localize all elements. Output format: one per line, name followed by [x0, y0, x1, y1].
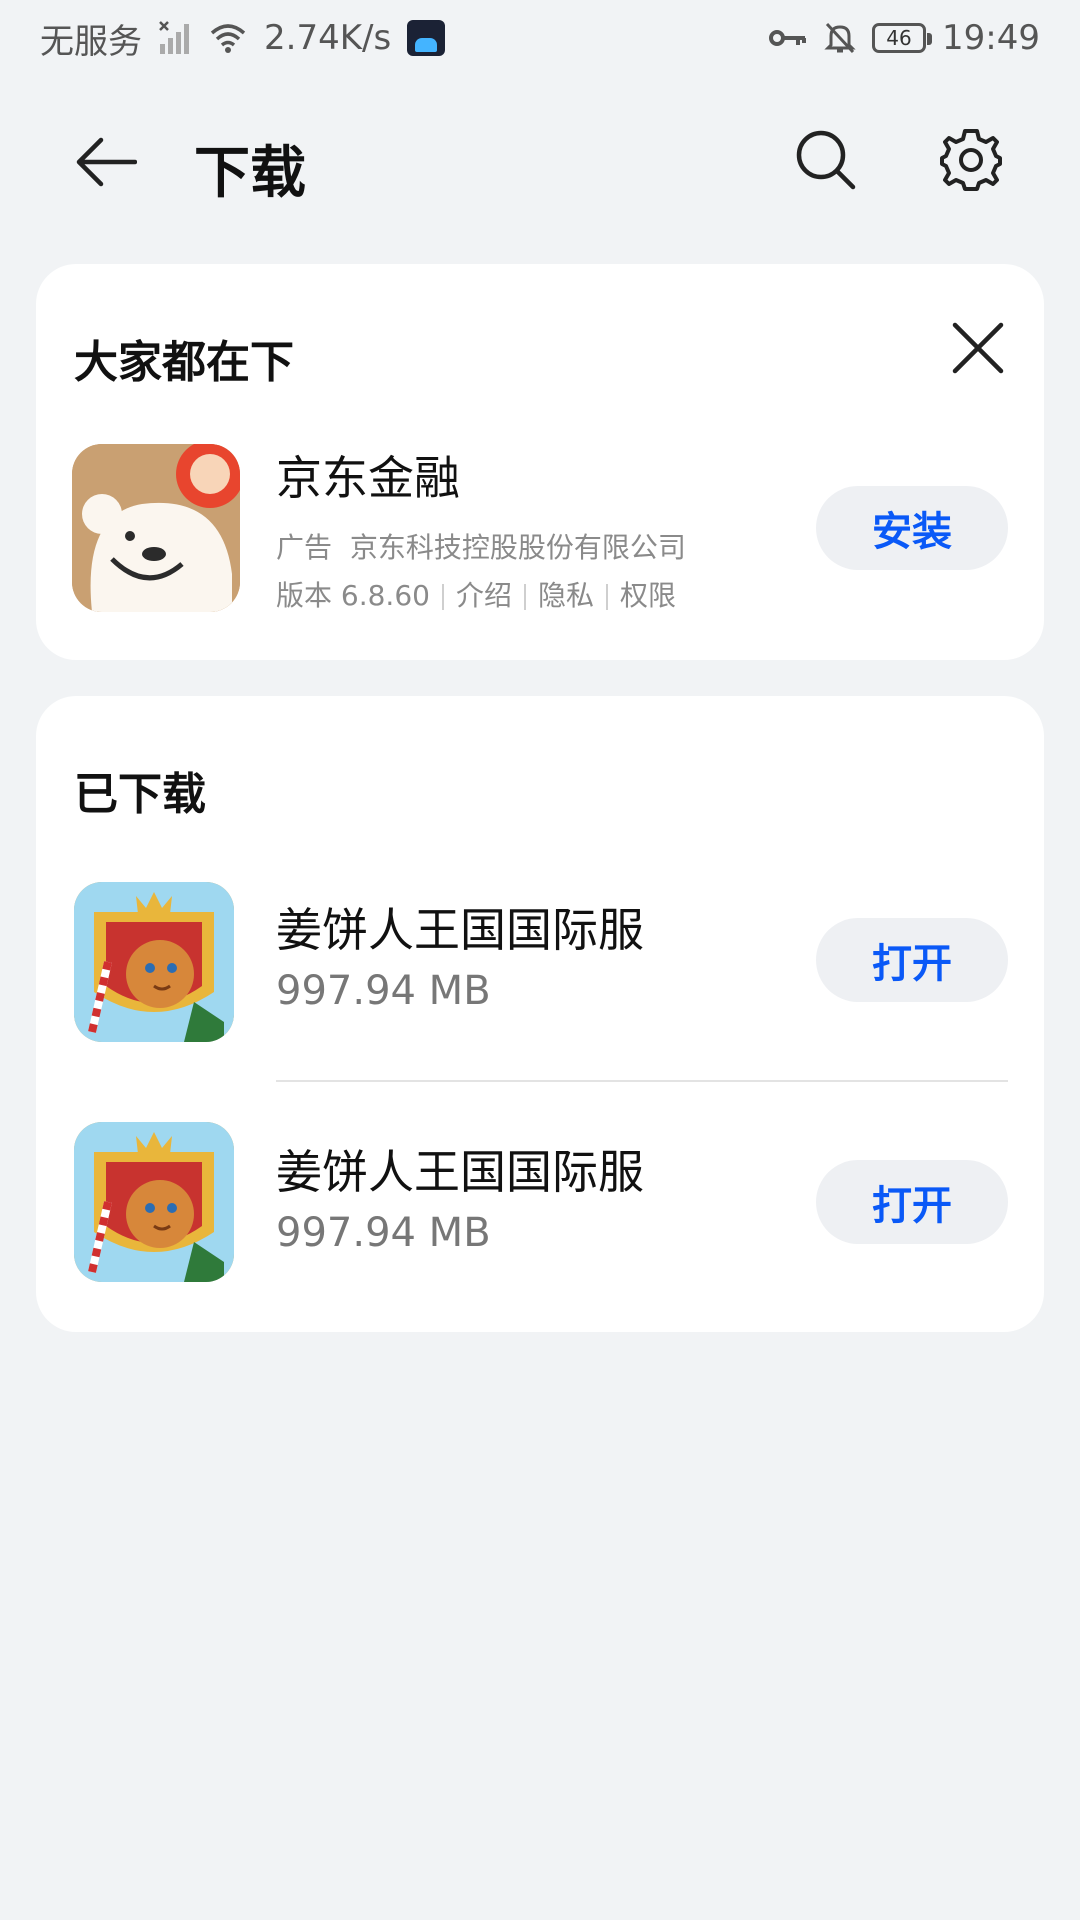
settings-button[interactable] [935, 124, 1007, 196]
vpn-key-icon [768, 26, 808, 50]
downloaded-app-name: 姜饼人王国国际服 [276, 1145, 644, 1199]
downloaded-app-size: 997.94 MB [276, 968, 491, 1014]
version-text: 版本 6.8.60 [276, 579, 430, 612]
ad-label: 广告 [276, 531, 333, 564]
close-icon [952, 322, 1004, 374]
status-bar-left: 无服务 2.74K/s [40, 14, 446, 63]
list-divider [276, 1080, 1008, 1082]
downloaded-app-name: 姜饼人王国国际服 [276, 903, 644, 957]
status-bar-right: 46 19:49 [768, 18, 1040, 58]
separator [441, 584, 444, 610]
status-bar: 无服务 2.74K/s 46 19:49 [0, 0, 1080, 76]
back-arrow-icon [76, 137, 137, 187]
recommend-app-name[interactable]: 京东金融 [276, 442, 460, 508]
permissions-link[interactable]: 权限 [620, 579, 676, 612]
recommend-app-developer-line: 广告 京东科技控股股份有限公司 [276, 526, 686, 566]
open-button[interactable]: 打开 [816, 1160, 1008, 1244]
cookie-run-app-icon[interactable] [74, 882, 234, 1042]
downloaded-card: 已下载 姜饼人王国国际服 997.94 MB 打开 姜饼人王国国际服 997.9… [36, 696, 1044, 1332]
search-icon [796, 130, 856, 190]
biubiu-app-icon [407, 20, 446, 56]
downloaded-title: 已下载 [74, 769, 206, 820]
network-speed: 2.74K/s [264, 18, 392, 58]
cookie-run-app-icon[interactable] [74, 1122, 234, 1282]
back-button[interactable] [70, 126, 142, 198]
mute-bell-icon [824, 21, 856, 55]
separator [523, 584, 526, 610]
gear-icon [940, 129, 1002, 191]
jd-finance-app-icon[interactable] [72, 444, 240, 612]
recommend-app-meta-line: 版本 6.8.60 介绍 隐私 权限 [276, 574, 676, 614]
clock-time: 19:49 [942, 18, 1040, 58]
recommend-card: 大家都在下 京东金融 广告 京东科技控股股份有限公司 版本 6.8.60 介绍 隐私… [36, 264, 1044, 660]
search-button[interactable] [790, 124, 862, 196]
battery-indicator: 46 [872, 23, 933, 53]
install-button[interactable]: 安装 [816, 486, 1008, 570]
separator [606, 584, 608, 610]
carrier-text: 无服务 [40, 21, 142, 62]
recommend-title: 大家都在下 [74, 337, 294, 388]
developer-name: 京东科技控股股份有限公司 [349, 531, 686, 564]
wifi-icon [208, 21, 248, 55]
open-button[interactable]: 打开 [816, 918, 1008, 1002]
intro-link[interactable]: 介绍 [456, 579, 512, 612]
privacy-link[interactable]: 隐私 [538, 579, 594, 612]
app-header: 下载 [0, 100, 1080, 220]
downloaded-app-size: 997.94 MB [276, 1210, 491, 1256]
page-title: 下载 [194, 141, 306, 206]
close-recommend-button[interactable] [950, 320, 1006, 376]
no-signal-icon [158, 20, 192, 56]
